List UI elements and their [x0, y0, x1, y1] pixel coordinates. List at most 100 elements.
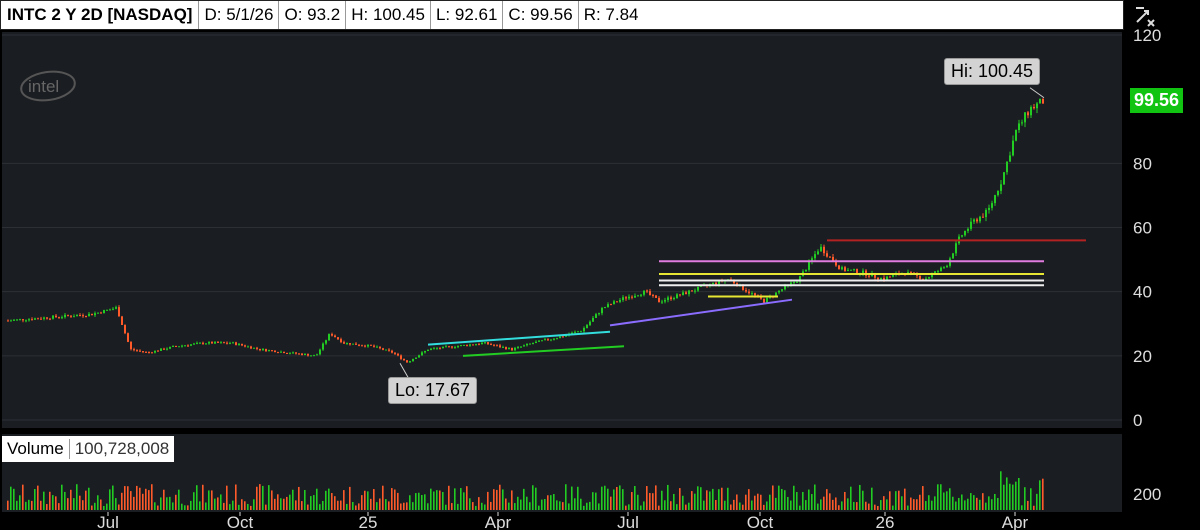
candle-body — [1039, 98, 1041, 104]
candle-body — [589, 321, 591, 326]
candle-body — [460, 345, 462, 347]
candle-body — [19, 319, 21, 321]
volume-bar — [64, 491, 66, 510]
candle-body — [46, 317, 48, 319]
volume-bar — [997, 497, 999, 510]
volume-bar — [709, 491, 711, 510]
volume-bar — [118, 504, 120, 510]
volume-bar — [505, 498, 507, 510]
volume-bar — [49, 491, 51, 510]
candle-body — [496, 345, 498, 347]
candle-body — [1018, 123, 1020, 131]
candle-body — [238, 343, 240, 345]
candle-body — [823, 246, 825, 254]
volume-bar — [349, 486, 351, 510]
candle-body — [268, 350, 270, 352]
candle-body — [541, 340, 543, 342]
candle-body — [34, 318, 36, 320]
candle-body — [514, 347, 516, 351]
candle-body — [1006, 161, 1008, 173]
candle-body — [523, 345, 525, 347]
candle-body — [316, 354, 318, 356]
volume-bar — [610, 496, 612, 510]
candle-body — [613, 301, 615, 305]
candle-body — [112, 308, 114, 310]
candle-body — [607, 304, 609, 308]
volume-bar — [196, 485, 198, 510]
candle-body — [226, 342, 228, 344]
candle-body — [103, 310, 105, 314]
volume-tick-label: 200 — [1133, 485, 1161, 504]
volume-bar — [901, 496, 903, 510]
volume-bar — [982, 493, 984, 510]
volume-bar — [694, 493, 696, 510]
volume-bar — [670, 501, 672, 510]
candle-body — [517, 346, 519, 348]
candle-body — [172, 346, 174, 348]
candle-body — [379, 346, 381, 349]
volume-bar — [112, 485, 114, 510]
candle-body — [844, 267, 846, 271]
volume-bar — [280, 498, 282, 510]
candle-body — [163, 348, 165, 350]
candle-body — [403, 358, 405, 361]
volume-bar — [445, 504, 447, 510]
candle-body — [694, 290, 696, 292]
volume-bar — [583, 505, 585, 510]
volume-bar — [814, 484, 816, 510]
volume-bar — [202, 484, 204, 510]
candle-body — [271, 350, 273, 352]
volume-bar — [385, 499, 387, 510]
volume-bar — [412, 502, 414, 510]
volume-bar — [160, 497, 162, 510]
candle-body — [1027, 112, 1029, 116]
volume-bar — [469, 498, 471, 510]
candle-body — [448, 346, 450, 348]
candle-body — [856, 269, 858, 274]
candle-body — [553, 338, 555, 340]
candle-body — [559, 336, 561, 339]
volume-bar — [895, 491, 897, 510]
volume-bar — [463, 492, 465, 510]
candle-body — [376, 346, 378, 348]
volume-bar — [424, 494, 426, 510]
volume-bar — [676, 504, 678, 510]
candle-body — [70, 315, 72, 317]
volume-bar — [499, 484, 501, 510]
volume-bar — [580, 498, 582, 510]
candle-body — [526, 343, 528, 346]
volume-bar — [175, 494, 177, 510]
candle-body — [661, 301, 663, 303]
volume-bar — [178, 489, 180, 510]
candle-body — [421, 352, 423, 356]
volume-bar — [634, 486, 636, 510]
volume-bar — [742, 504, 744, 510]
candle-body — [133, 349, 135, 351]
candle-body — [211, 342, 213, 344]
volume-bar — [763, 504, 765, 510]
volume-bar — [1003, 484, 1005, 510]
candle-body — [406, 360, 408, 363]
candle-body — [601, 307, 603, 314]
volume-bar — [550, 495, 552, 510]
volume-bar — [970, 493, 972, 510]
volume-bar — [850, 486, 852, 510]
chart-settings-icon[interactable] — [1136, 7, 1155, 27]
volume-bar — [604, 485, 606, 510]
volume-bar — [229, 504, 231, 510]
volume-bar — [775, 497, 777, 510]
volume-bar — [712, 488, 714, 510]
candle-body — [241, 343, 243, 346]
volume-bar — [496, 489, 498, 510]
volume-bar — [430, 488, 432, 510]
volume-bar — [172, 502, 174, 510]
volume-bar — [265, 504, 267, 510]
volume-bar — [508, 502, 510, 510]
candle-body — [313, 355, 315, 357]
volume-bar — [415, 493, 417, 510]
x-tick-label: 25 — [359, 513, 378, 530]
candle-body — [499, 345, 501, 348]
volume-bar — [658, 505, 660, 510]
candle-body — [946, 265, 948, 268]
volume-bar — [76, 484, 78, 510]
